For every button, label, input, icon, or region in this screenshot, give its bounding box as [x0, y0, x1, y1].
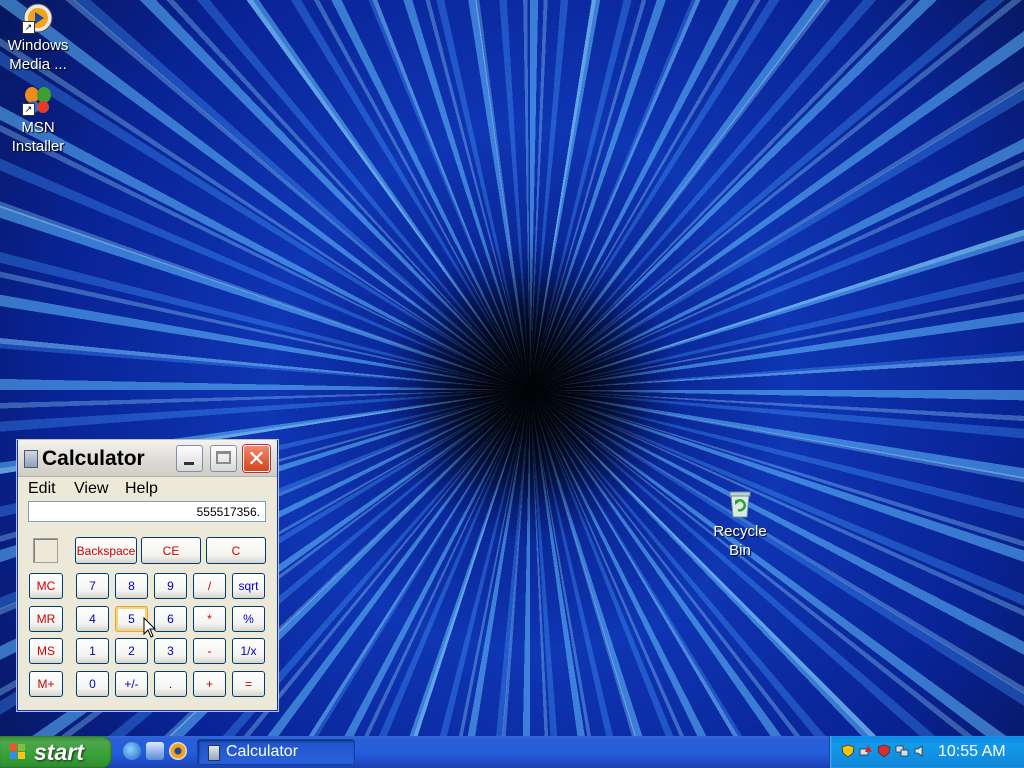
percent-button[interactable]: % [232, 606, 265, 632]
desktop-icon-recycle-bin[interactable]: Recycle Bin [702, 488, 778, 560]
msn-butterfly-icon: ↗ [22, 84, 54, 116]
reciprocal-button[interactable]: 1/x [232, 638, 265, 664]
clock[interactable]: 10:55 AM [938, 743, 1006, 761]
windows-flag-icon [10, 744, 26, 760]
memory-recall-button[interactable]: MR [29, 606, 63, 632]
menu-bar: Edit View Help [18, 477, 277, 499]
sqrt-button[interactable]: sqrt [232, 573, 265, 599]
menu-edit[interactable]: Edit [28, 480, 56, 498]
calculator-display: 555517356. [28, 501, 266, 522]
calculator-icon [24, 450, 38, 468]
taskbar-item-calculator[interactable]: Calculator [197, 739, 355, 765]
close-icon: ✕ [247, 446, 266, 471]
taskbar-item-label: Calculator [226, 743, 299, 760]
close-button[interactable]: ✕ [243, 445, 270, 472]
desktop-icon-label: MSN [21, 119, 55, 136]
desktop-icon-label: Bin [729, 542, 751, 559]
memory-add-button[interactable]: M+ [29, 671, 63, 697]
calculator-window[interactable]: Calculator ✕ Edit View Help 555517356. B… [17, 440, 278, 711]
digit-7-button[interactable]: 7 [76, 573, 109, 599]
security-shield-icon[interactable] [841, 744, 855, 758]
desktop-icon-label: Installer [11, 138, 65, 155]
equals-button[interactable]: = [232, 671, 265, 697]
multiply-button[interactable]: * [193, 606, 226, 632]
desktop-icon-windows-media[interactable]: ↗ Windows Media ... [0, 2, 76, 74]
minimize-button[interactable] [176, 445, 203, 472]
decimal-point-button[interactable]: . [154, 671, 187, 697]
digit-4-button[interactable]: 4 [76, 606, 109, 632]
calculator-icon [208, 745, 220, 761]
digit-6-button[interactable]: 6 [154, 606, 187, 632]
maximize-button[interactable] [210, 445, 237, 472]
menu-help[interactable]: Help [125, 480, 158, 498]
backspace-button[interactable]: Backspace [75, 537, 137, 564]
divide-button[interactable]: / [193, 573, 226, 599]
digit-2-button[interactable]: 2 [115, 638, 148, 664]
network-connection-icon[interactable] [895, 744, 909, 758]
security-alert-icon[interactable] [877, 744, 891, 758]
menu-view[interactable]: View [74, 480, 108, 498]
desktop-icon-label: Recycle [713, 523, 767, 540]
system-tray: 10:55 AM [829, 736, 1024, 768]
add-button[interactable]: + [193, 671, 226, 697]
volume-icon[interactable] [913, 744, 927, 758]
internet-explorer-icon[interactable] [123, 742, 141, 760]
window-title: Calculator [42, 447, 145, 470]
digit-3-button[interactable]: 3 [154, 638, 187, 664]
taskbar: start Calculator 10:55 AM [0, 736, 1024, 768]
clear-entry-button[interactable]: CE [141, 537, 201, 564]
digit-0-button[interactable]: 0 [76, 671, 109, 697]
memory-clear-button[interactable]: MC [29, 573, 63, 599]
digit-9-button[interactable]: 9 [154, 573, 187, 599]
digit-1-button[interactable]: 1 [76, 638, 109, 664]
windows-media-player-icon: ↗ [22, 2, 54, 34]
desktop-icon-label: Media ... [9, 56, 67, 73]
subtract-button[interactable]: - [193, 638, 226, 664]
sign-toggle-button[interactable]: +/- [115, 671, 148, 697]
media-player-icon[interactable] [169, 742, 187, 760]
recycle-bin-icon [724, 488, 756, 520]
start-button[interactable]: start [0, 736, 112, 768]
calculator-title-bar[interactable]: Calculator ✕ [18, 440, 277, 477]
digit-8-button[interactable]: 8 [115, 573, 148, 599]
desktop-icon-msn-installer[interactable]: ↗ MSN Installer [0, 84, 76, 156]
clear-button[interactable]: C [206, 537, 266, 564]
network-warning-icon[interactable] [859, 744, 873, 758]
memory-store-button[interactable]: MS [29, 638, 63, 664]
memory-indicator [33, 538, 58, 563]
show-desktop-ie-icon[interactable] [146, 742, 164, 760]
start-label: start [34, 739, 84, 765]
desktop-icon-label: Windows [7, 37, 69, 54]
